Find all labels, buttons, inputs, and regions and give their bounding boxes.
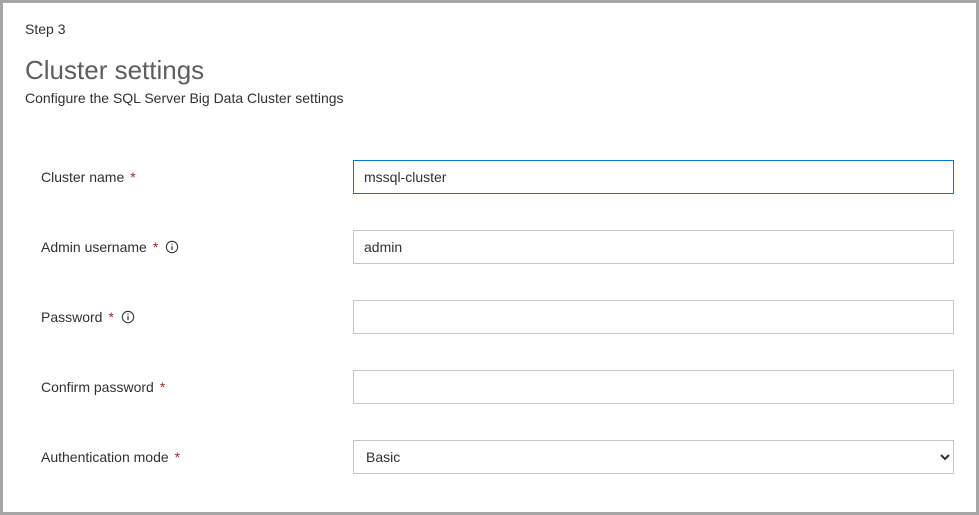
label-text-admin-username: Admin username <box>41 239 147 255</box>
label-text-password: Password <box>41 309 102 325</box>
confirm-password-input[interactable] <box>353 370 954 404</box>
cluster-name-input[interactable] <box>353 160 954 194</box>
label-password: Password * <box>41 309 353 325</box>
required-asterisk: * <box>108 309 113 325</box>
info-icon[interactable] <box>164 239 180 255</box>
password-input[interactable] <box>353 300 954 334</box>
field-row-authentication-mode: Authentication mode * Basic <box>41 440 954 474</box>
admin-username-input[interactable] <box>353 230 954 264</box>
required-asterisk: * <box>130 169 135 185</box>
required-asterisk: * <box>160 379 165 395</box>
cluster-settings-form: Cluster name * Admin username * Password… <box>25 160 954 474</box>
field-row-cluster-name: Cluster name * <box>41 160 954 194</box>
authentication-mode-select[interactable]: Basic <box>353 440 954 474</box>
label-text-confirm-password: Confirm password <box>41 379 154 395</box>
page-subtitle: Configure the SQL Server Big Data Cluste… <box>25 90 954 106</box>
info-icon[interactable] <box>120 309 136 325</box>
required-asterisk: * <box>153 239 158 255</box>
label-admin-username: Admin username * <box>41 239 353 255</box>
field-row-admin-username: Admin username * <box>41 230 954 264</box>
page-title: Cluster settings <box>25 55 954 86</box>
label-cluster-name: Cluster name * <box>41 169 353 185</box>
label-text-cluster-name: Cluster name <box>41 169 124 185</box>
step-label: Step 3 <box>25 21 954 37</box>
required-asterisk: * <box>175 449 180 465</box>
label-confirm-password: Confirm password * <box>41 379 353 395</box>
field-row-confirm-password: Confirm password * <box>41 370 954 404</box>
label-text-authentication-mode: Authentication mode <box>41 449 169 465</box>
field-row-password: Password * <box>41 300 954 334</box>
label-authentication-mode: Authentication mode * <box>41 449 353 465</box>
